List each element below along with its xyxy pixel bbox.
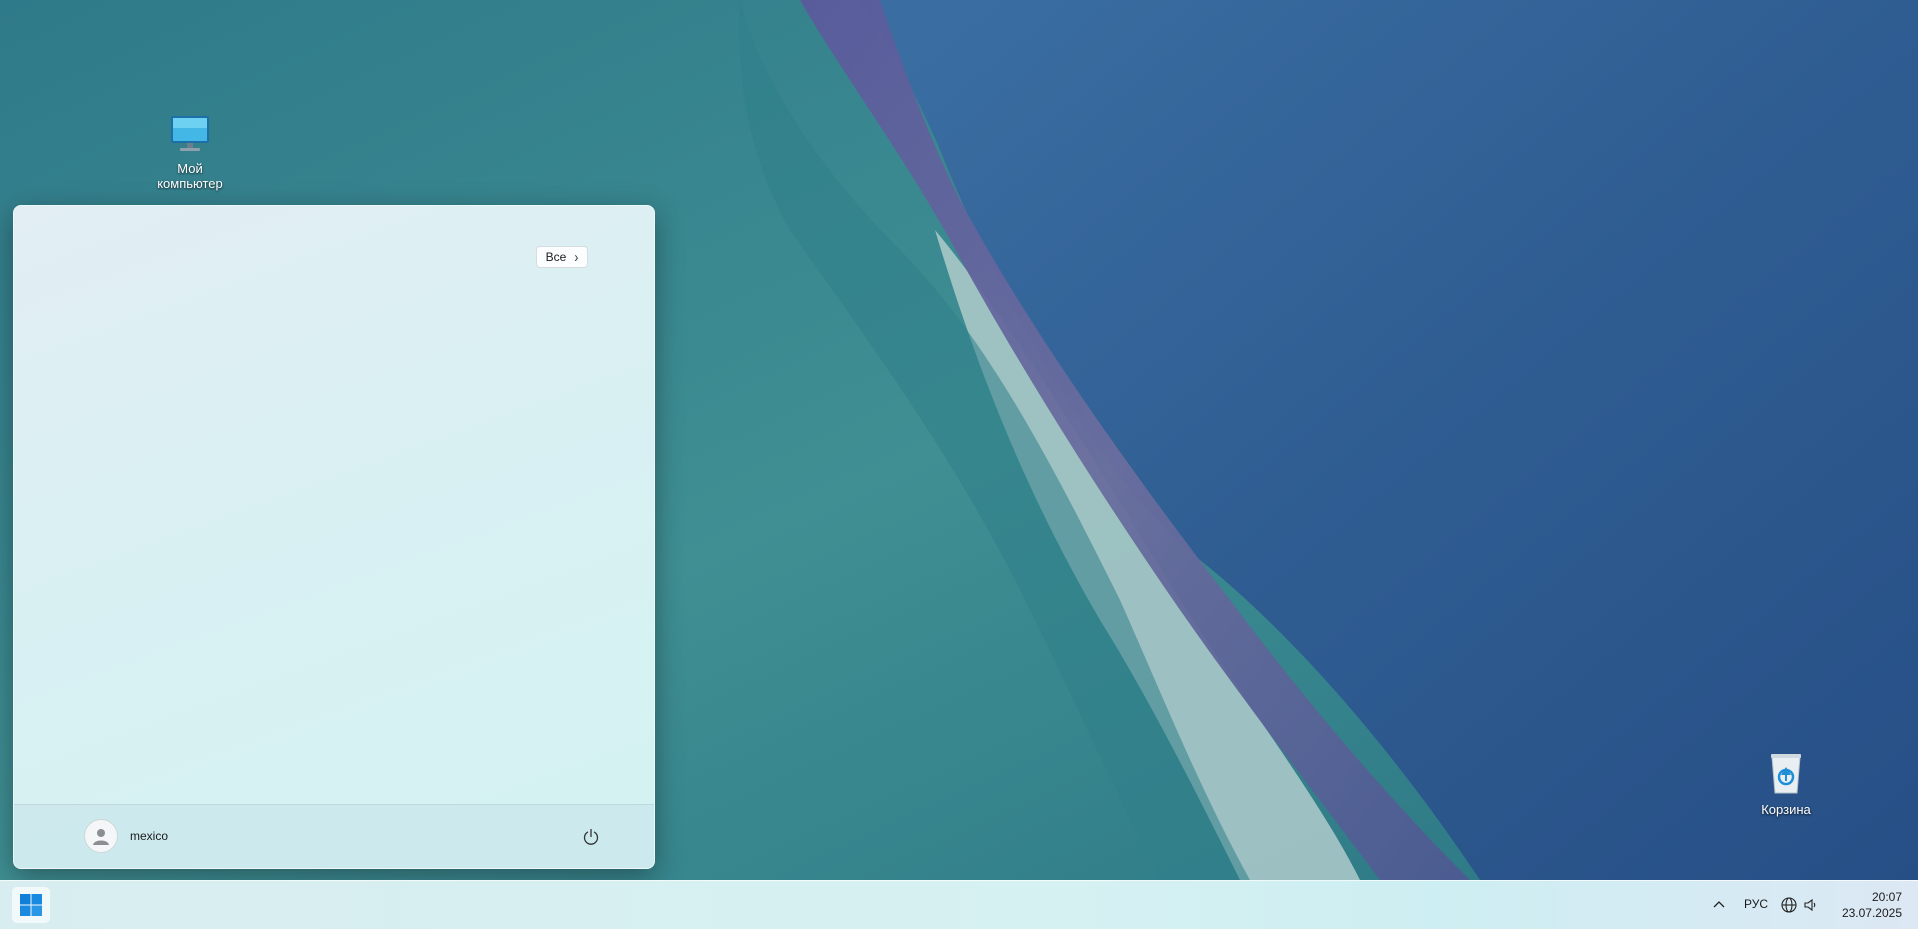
all-apps-button[interactable]: Все › (536, 246, 588, 268)
desktop-icon-my-computer[interactable]: Мой компьютер (142, 114, 238, 191)
power-button[interactable] (576, 822, 606, 852)
all-apps-label: Все (545, 250, 567, 264)
start-button[interactable] (12, 887, 50, 923)
start-menu-footer: mexico (14, 804, 654, 868)
speaker-icon (1804, 898, 1816, 912)
globe-icon (1781, 897, 1797, 913)
desktop-icon-recycle-bin[interactable]: Корзина (1738, 751, 1834, 817)
quick-settings-button[interactable] (1780, 893, 1820, 917)
chevron-up-icon (1713, 901, 1725, 908)
recycle-bin-icon (1738, 751, 1834, 798)
power-icon (583, 828, 599, 845)
clock-date: 23.07.2025 (1841, 906, 1902, 920)
clock-time: 20:07 (1871, 890, 1902, 904)
clock-button[interactable]: 20:07 23.07.2025 (1842, 889, 1902, 921)
user-name: mexico (130, 829, 169, 843)
show-hidden-icons-button[interactable] (1707, 893, 1731, 917)
user-account-button[interactable]: mexico (76, 819, 176, 853)
start-menu: Все › mexico (13, 205, 655, 869)
taskbar: РУС 20:07 23.07.2025 (0, 880, 1918, 929)
input-language-indicator[interactable]: РУС (1744, 897, 1768, 911)
chevron-right-icon: › (574, 248, 579, 266)
user-icon (93, 829, 109, 845)
avatar (84, 819, 118, 853)
windows-logo-icon (20, 894, 42, 916)
desktop-icon-label: Корзина (1761, 802, 1811, 817)
desktop-icon-label: Мой компьютер (157, 161, 223, 191)
monitor-icon (142, 114, 238, 157)
